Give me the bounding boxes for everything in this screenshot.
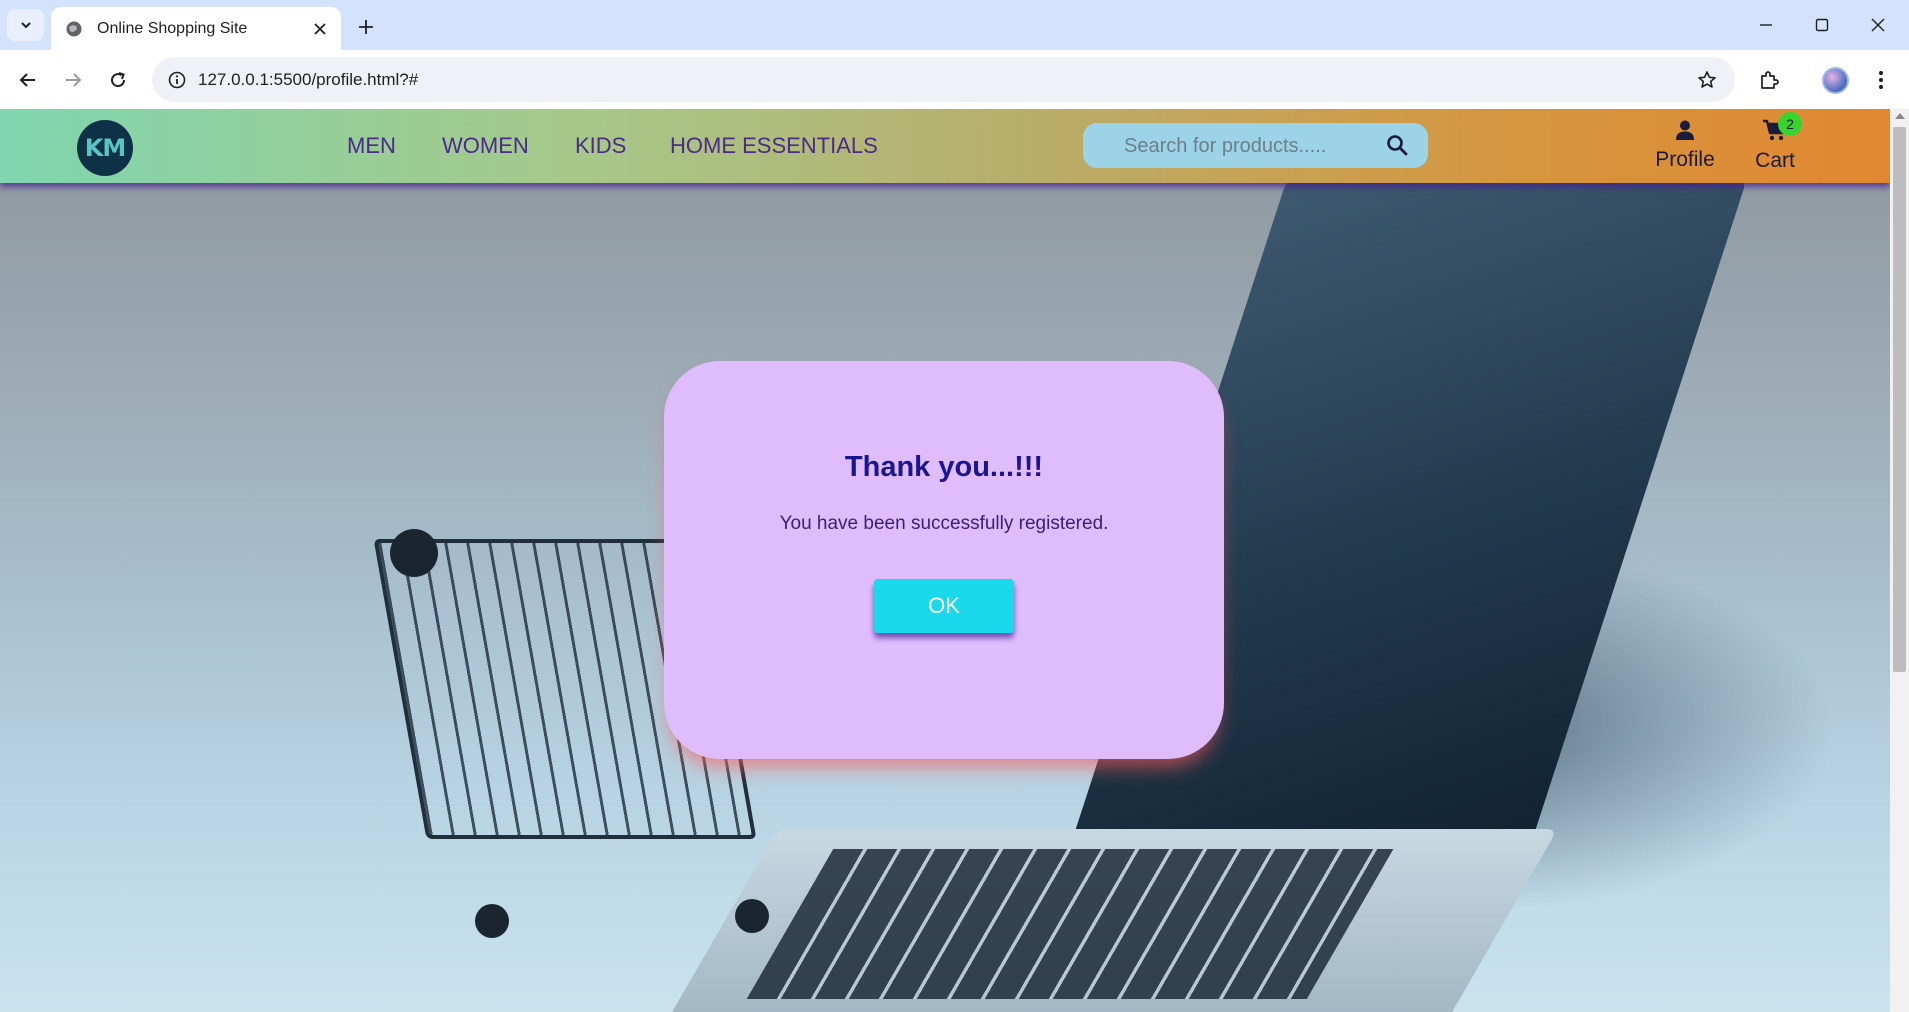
close-tab-icon[interactable] [309, 18, 331, 40]
site-info-icon[interactable] [162, 65, 192, 95]
chevron-down-icon [20, 22, 31, 29]
scroll-up-arrow-icon[interactable] [1895, 113, 1905, 119]
search-input[interactable]: Search for products..... [1124, 135, 1326, 158]
browser-tabstrip: Online Shopping Site [0, 0, 1909, 50]
ok-button[interactable]: OK [874, 579, 1014, 633]
forward-arrow-icon[interactable] [55, 62, 91, 98]
site-logo[interactable]: KM [77, 120, 133, 176]
new-tab-icon[interactable] [352, 13, 380, 41]
laptop-keyboard [746, 849, 1394, 999]
site-header: KM MEN WOMEN KIDS HOME ESSENTIALS Search… [0, 109, 1890, 183]
profile-link[interactable]: Profile [1650, 119, 1720, 172]
tab-title: Online Shopping Site [97, 19, 248, 37]
cart-wheel [735, 899, 769, 933]
cart-handle [390, 529, 438, 577]
logo-text: KM [84, 134, 126, 162]
page-scrollbar[interactable] [1890, 109, 1909, 1012]
more-menu-icon[interactable] [1864, 63, 1898, 97]
nav-link-kids[interactable]: KIDS [575, 133, 626, 159]
close-window-icon[interactable] [1857, 8, 1899, 42]
cart-count-badge: 2 [1778, 112, 1802, 136]
minimize-icon[interactable] [1745, 8, 1787, 42]
extensions-icon[interactable] [1752, 63, 1786, 97]
address-bar[interactable]: 127.0.0.1:5500/profile.html?# [152, 57, 1735, 102]
nav-link-women[interactable]: WOMEN [442, 133, 529, 159]
back-arrow-icon[interactable] [10, 62, 46, 98]
cart-label: Cart [1755, 149, 1795, 172]
profile-avatar[interactable] [1818, 63, 1852, 97]
browser-tab[interactable]: Online Shopping Site [51, 7, 341, 50]
reload-icon[interactable] [100, 62, 136, 98]
globe-icon [66, 21, 82, 36]
tab-search-button[interactable] [7, 9, 44, 41]
dialog-message: You have been successfully registered. [779, 513, 1109, 534]
browser-toolbar: 127.0.0.1:5500/profile.html?# [0, 50, 1909, 109]
user-icon [1676, 120, 1694, 140]
maximize-icon[interactable] [1801, 8, 1843, 42]
page-viewport: KM MEN WOMEN KIDS HOME ESSENTIALS Search… [0, 109, 1890, 1012]
nav-link-men[interactable]: MEN [347, 133, 396, 159]
profile-label: Profile [1655, 148, 1715, 171]
scrollbar-thumb[interactable] [1893, 127, 1906, 672]
url-text[interactable]: 127.0.0.1:5500/profile.html?# [198, 70, 418, 90]
dialog-title: Thank you...!!! [844, 451, 1044, 483]
registration-success-dialog: Thank you...!!! You have been successful… [664, 361, 1224, 759]
product-search-box[interactable]: Search for products..... [1083, 123, 1428, 168]
avatar [1821, 66, 1849, 94]
nav-link-home-essentials[interactable]: HOME ESSENTIALS [670, 133, 878, 159]
cart-wheel [475, 904, 509, 938]
bookmark-star-icon[interactable] [1693, 66, 1721, 94]
search-icon[interactable] [1386, 134, 1408, 156]
